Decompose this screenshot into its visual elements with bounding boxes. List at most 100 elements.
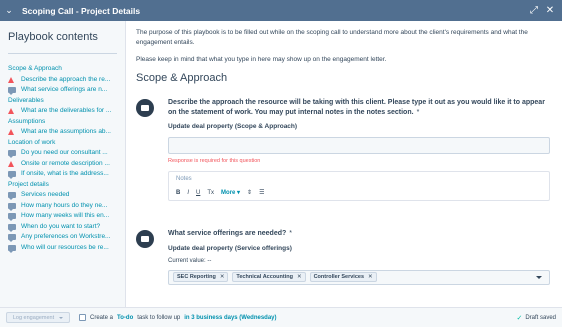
sidebar-item[interactable]: Services needed [8,190,117,201]
dropdown-caret-icon[interactable] [536,275,542,279]
task-followup-text: task to follow up [137,314,181,321]
property-label: Update deal property (Scope & Approach) [168,123,298,130]
close-icon[interactable]: ✕ [542,0,558,21]
question-block: What service offerings are needed? * Upda… [136,229,550,285]
sidebar-item-label: Who will our resources be re... [21,243,109,251]
underline-button[interactable]: U [196,190,200,196]
intro-paragraph-1: The purpose of this playbook is to be fi… [136,29,528,46]
bold-button[interactable]: B [176,190,180,196]
chevron-down-icon [59,316,64,319]
sidebar-item[interactable]: How many hours do they ne... [8,201,117,212]
sidebar-item[interactable]: Any preferences on Workstre... [8,232,117,243]
sidebar-item-label: Describe the approach the re... [21,75,111,83]
chat-icon [8,150,18,159]
service-offerings-select[interactable]: SEC Reporting ✕ Technical Accounting ✕ Con… [168,269,550,285]
chat-icon [8,213,18,222]
sidebar-item[interactable]: Do you need our consultant ... [8,148,117,159]
warning-icon [8,76,18,83]
sidebar-item[interactable]: Who will our resources be re... [8,243,117,254]
question-chat-icon [136,230,154,248]
intro-paragraph-2: Please keep in mind that what you type i… [136,56,387,63]
scope-approach-input[interactable] [168,137,550,154]
question-text: What service offerings are needed? [168,230,287,237]
italic-button[interactable]: I [187,190,189,196]
panel-header: ⌄ Scoping Call - Project Details ⤢ ✕ [0,0,562,21]
question-title: Describe the approach the resource will … [168,98,550,117]
chat-icon [8,234,18,243]
tag-chip: SEC Reporting ✕ [173,272,229,282]
sidebar-item[interactable]: If onsite, what is the address... [8,169,117,180]
sidebar-item-label: When do you want to start? [21,222,101,230]
clear-format-button[interactable]: Tx [207,190,214,196]
current-value: Current value: -- [168,257,212,264]
sidebar-section-heading[interactable]: Project details [8,180,117,191]
validation-error: Response is required for this question [168,158,261,164]
remove-tag-icon[interactable]: ✕ [220,274,225,280]
tag-chip: Technical Accounting ✕ [232,272,306,282]
warning-icon [8,108,18,115]
chat-icon [8,192,18,201]
chat-icon [8,223,18,232]
list-icon[interactable]: ☰ [259,189,264,196]
sidebar-item[interactable]: Onsite or remote description ... [8,159,117,170]
playbook-sidebar: Playbook contents Scope & Approach Descri… [0,21,126,307]
create-task-checkbox[interactable] [79,314,86,321]
sidebar-item[interactable]: How many weeks will this en... [8,211,117,222]
check-icon: ✓ [516,314,523,322]
sidebar-section-heading[interactable]: Deliverables [8,96,117,107]
remove-tag-icon[interactable]: ✕ [368,274,373,280]
section-title: Scope & Approach [136,72,228,84]
notes-toolbar: B I U Tx More ▾ ⇕ ☰ [176,189,542,197]
question-block: Describe the approach the resource will … [136,98,550,201]
chat-icon [8,244,18,253]
intro-text: The purpose of this playbook is to be fi… [136,28,550,65]
property-label: Update deal property (Service offerings) [168,244,292,252]
sidebar-title: Playbook contents [8,31,98,43]
remove-tag-icon[interactable]: ✕ [297,274,302,280]
tag-label: SEC Reporting [177,274,216,280]
chat-icon [8,171,18,180]
required-marker: * [289,230,292,237]
tag-label: Technical Accounting [236,274,293,280]
playbook-main: The purpose of this playbook is to be fi… [127,21,562,307]
sidebar-item-label: If onsite, what is the address... [21,170,109,177]
question-text: Describe the approach the resource will … [168,99,545,116]
question-chat-icon [136,99,154,117]
sidebar-item-label: Services needed [21,191,70,198]
sidebar-section-heading[interactable]: Location of work [8,138,117,149]
chat-icon [8,202,18,211]
more-menu-button[interactable]: More ▾ [221,189,240,196]
log-engagement-label: Log engagement [12,314,55,321]
sidebar-item[interactable]: When do you want to start? [8,222,117,233]
warning-icon [8,160,18,167]
sidebar-section-heading[interactable]: Scope & Approach [8,64,117,75]
sidebar-item-label: What are the assumptions ab... [21,128,111,135]
sidebar-item-label: Any preferences on Workstre... [21,233,111,240]
sidebar-divider [8,53,117,54]
sidebar-item-label: What are the deliverables for ... [21,107,112,114]
panel-title: Scoping Call - Project Details [22,5,141,16]
attach-icon[interactable]: ⇕ [247,189,252,196]
notes-editor[interactable]: Notes B I U Tx More ▾ ⇕ ☰ [168,171,550,201]
collapse-chevron-icon[interactable]: ⌄ [0,0,18,21]
sidebar-item[interactable]: What are the deliverables for ... [8,106,117,117]
sidebar-item-label: How many weeks will this en... [21,212,110,219]
draft-saved-status: ✓ Draft saved [516,314,556,322]
draft-saved-label: Draft saved [525,314,556,321]
task-type-dropdown[interactable]: To-do [117,315,133,321]
sidebar-list: Scope & Approach Describe the approach th… [8,64,117,253]
sidebar-section-heading[interactable]: Assumptions [8,117,117,128]
log-engagement-button[interactable]: Log engagement [6,312,70,323]
sidebar-item[interactable]: What service offerings are n... [8,85,117,96]
question-title: What service offerings are needed? * [168,229,550,239]
sidebar-item[interactable]: What are the assumptions ab... [8,127,117,138]
sidebar-item-label: What service offerings are n... [21,86,108,93]
sidebar-item-label: How many hours do they ne... [21,201,108,209]
due-date-dropdown[interactable]: in 3 business days (Wednesday) [184,315,276,321]
notes-placeholder: Notes [176,176,192,182]
tag-label: Controller Services [313,274,365,280]
sidebar-item[interactable]: Describe the approach the re... [8,75,117,86]
chat-icon [8,87,18,96]
expand-icon[interactable]: ⤢ [526,0,542,21]
warning-icon [8,129,18,136]
